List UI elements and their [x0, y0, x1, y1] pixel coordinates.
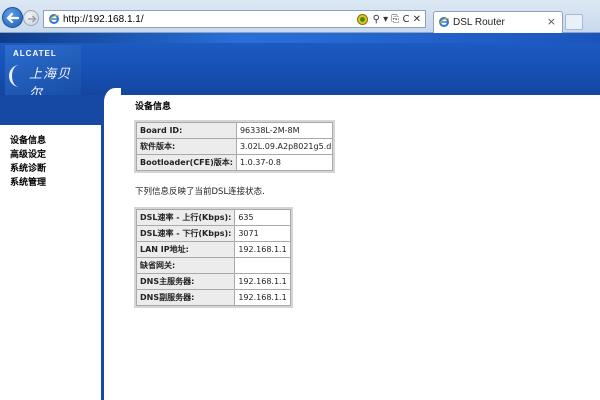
banner-stripe	[0, 33, 600, 43]
sidebar-item-diagnostics[interactable]: 系统诊断	[10, 162, 46, 176]
row-label: 缺省网关:	[135, 257, 236, 274]
table-row: DSL速率 - 下行(Kbps): 3071	[135, 225, 291, 242]
logo-brand-text: ALCATEL	[13, 49, 57, 58]
tab-title: DSL Router	[453, 17, 505, 28]
browser-toolbar: http://192.168.1.1/ ⚲ ▾ ⎘ C ✕ DSL Router…	[0, 0, 600, 33]
alcatel-logo: ALCATEL 上海贝尔	[5, 45, 81, 101]
row-label: DNS副服务器:	[135, 289, 236, 306]
page-title: 设备信息	[135, 102, 172, 112]
sidebar-divider	[101, 100, 104, 400]
row-value: 3071	[234, 225, 291, 242]
row-label: LAN IP地址:	[135, 241, 236, 258]
row-value: 1.0.37-0.8	[235, 154, 333, 171]
new-tab-button[interactable]	[565, 14, 583, 30]
tab-dsl-router[interactable]: DSL Router ×	[433, 11, 563, 33]
forward-button[interactable]	[23, 10, 39, 26]
table-row: DNS主服务器: 192.168.1.1	[135, 273, 291, 290]
logo-swoosh-icon	[9, 65, 29, 87]
dsl-status-table-frame: DSL速率 - 上行(Kbps): 635 DSL速率 - 下行(Kbps): …	[134, 207, 293, 308]
sidebar-header-band	[0, 95, 104, 125]
router-banner: ALCATEL 上海贝尔	[0, 33, 600, 101]
compatibility-view-icon[interactable]	[356, 13, 368, 25]
ie-logo-icon	[48, 14, 60, 24]
table-row: Board ID: 96338L-2M-8M	[136, 122, 333, 139]
row-value: 192.168.1.1	[234, 273, 291, 290]
sidebar-menu: 设备信息 高级设定 系统诊断 系统管理	[10, 134, 46, 190]
arrow-left-icon	[6, 12, 20, 24]
sidebar-item-advanced-settings[interactable]: 高级设定	[10, 148, 46, 162]
row-value: 96338L-2M-8M	[235, 122, 333, 139]
row-label: DSL速率 - 下行(Kbps):	[135, 225, 236, 242]
row-label: DNS主服务器:	[135, 273, 236, 290]
back-button[interactable]	[2, 7, 23, 28]
table-row: 软件版本: 3.02L.09.A2p8021g5.d17f	[136, 138, 333, 155]
dsl-status-table: DSL速率 - 上行(Kbps): 635 DSL速率 - 下行(Kbps): …	[135, 209, 291, 306]
row-label: 软件版本:	[136, 138, 237, 155]
arrow-right-icon	[28, 15, 37, 23]
status-description: 下列信息反映了当前DSL连接状态.	[135, 187, 265, 197]
sidebar-item-management[interactable]: 系统管理	[10, 176, 46, 190]
sidebar-item-device-info[interactable]: 设备信息	[10, 134, 46, 148]
row-value	[234, 257, 291, 274]
device-info-table: Board ID: 96338L-2M-8M 软件版本: 3.02L.09.A2…	[136, 122, 333, 171]
row-value: 635	[234, 209, 291, 226]
url-text[interactable]: http://192.168.1.1/	[63, 14, 144, 25]
row-label: DSL速率 - 上行(Kbps):	[135, 209, 236, 226]
row-value: 192.168.1.1	[234, 241, 291, 258]
row-value: 192.168.1.1	[234, 289, 291, 306]
table-row: 缺省网关:	[135, 257, 291, 274]
ie-logo-icon	[438, 17, 450, 27]
table-row: DSL速率 - 上行(Kbps): 635	[135, 209, 291, 226]
row-label: Bootloader(CFE)版本:	[136, 154, 237, 171]
address-bar[interactable]: http://192.168.1.1/ ⚲ ▾ ⎘ C ✕	[43, 10, 426, 28]
device-info-table-frame: Board ID: 96338L-2M-8M 软件版本: 3.02L.09.A2…	[134, 120, 335, 173]
table-row: DNS副服务器: 192.168.1.1	[135, 289, 291, 306]
address-bar-controls: ⚲ ▾ ⎘ C ✕	[356, 12, 421, 26]
address-bar-control-icons[interactable]: ⚲ ▾ ⎘ C ✕	[373, 14, 421, 25]
row-value: 3.02L.09.A2p8021g5.d17f	[235, 138, 333, 155]
table-row: Bootloader(CFE)版本: 1.0.37-0.8	[136, 154, 333, 171]
close-icon[interactable]: ×	[547, 15, 556, 28]
table-row: LAN IP地址: 192.168.1.1	[135, 241, 291, 258]
row-label: Board ID:	[136, 122, 237, 139]
